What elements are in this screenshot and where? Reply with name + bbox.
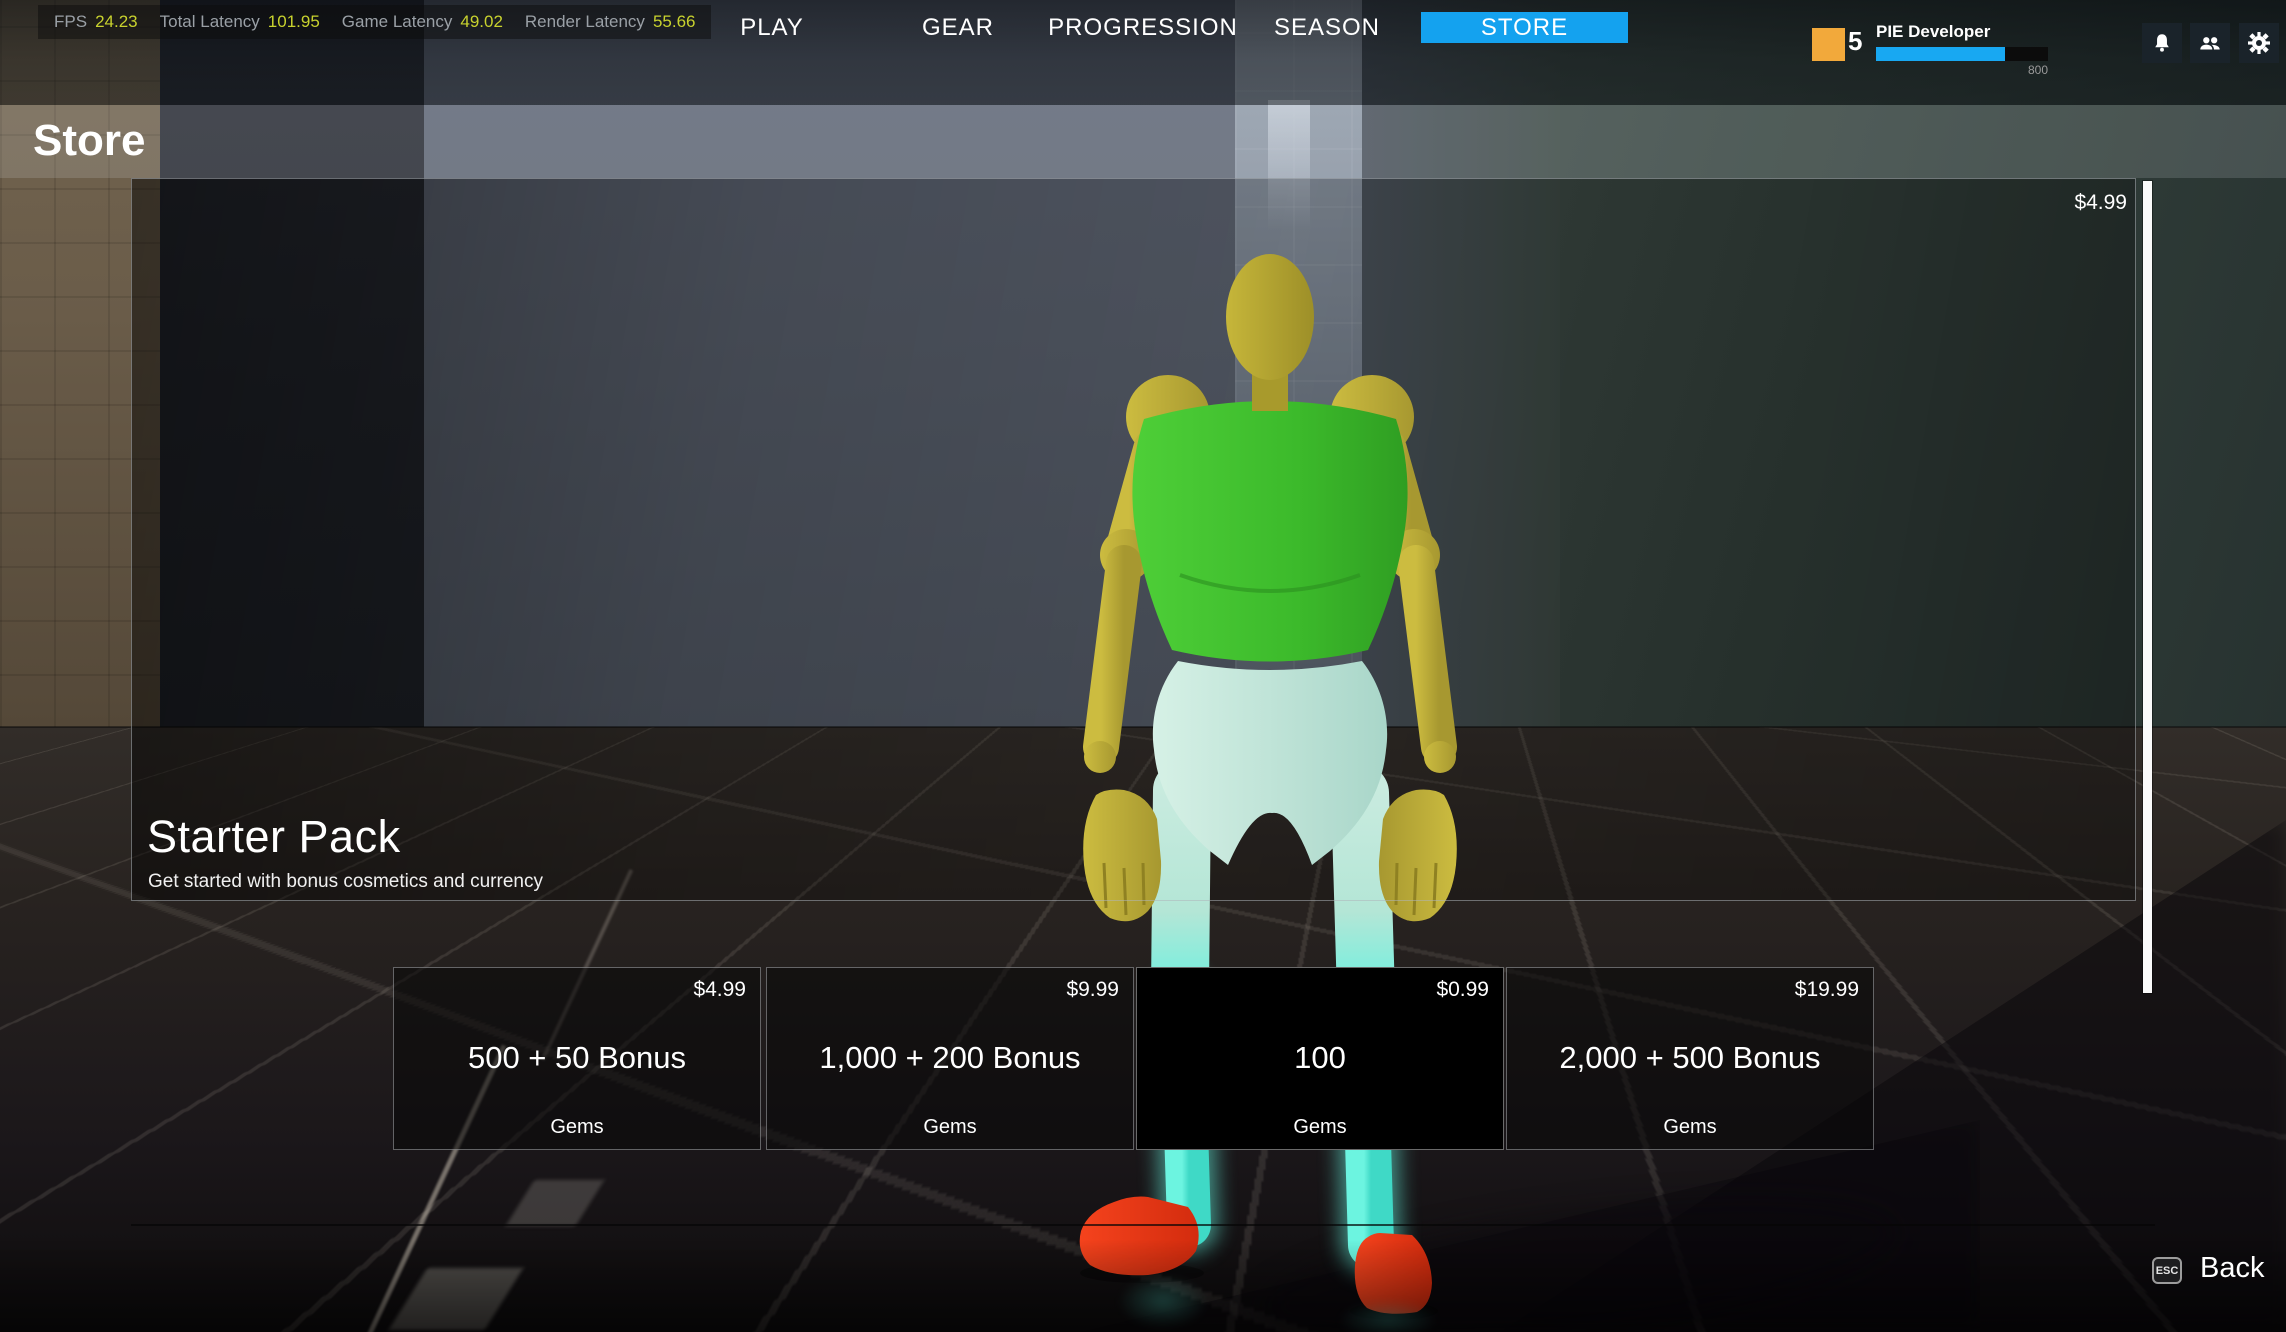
stat-fps: FPS 24.23 (54, 12, 138, 32)
offer-amount: 100 (1137, 1040, 1503, 1076)
offer-unit: Gems (1137, 1116, 1503, 1139)
back-button[interactable]: Back (2200, 1252, 2264, 1285)
stat-total-latency: Total Latency 101.95 (160, 12, 320, 32)
offer-unit: Gems (394, 1116, 760, 1139)
featured-offer-panel[interactable]: $4.99 Starter Pack Get started with bonu… (131, 178, 2136, 901)
offer-amount: 1,000 + 200 Bonus (767, 1040, 1133, 1076)
offer-card-2000-gems[interactable]: $19.99 2,000 + 500 Bonus Gems (1506, 967, 1874, 1150)
settings-gear-icon (2247, 31, 2271, 55)
offer-card-100-gems-selected[interactable]: $0.99 100 Gems (1136, 967, 1504, 1150)
offer-price: $0.99 (1436, 978, 1489, 1002)
offer-price: $19.99 (1795, 978, 1859, 1002)
xp-label: 800 (1876, 63, 2048, 77)
tab-gear[interactable]: GEAR (922, 14, 994, 42)
game-store-screen: $4.99 Starter Pack Get started with bonu… (0, 0, 2286, 1332)
page-title-band (0, 105, 2286, 178)
friends-button[interactable] (2190, 23, 2230, 63)
offer-price: $9.99 (1066, 978, 1119, 1002)
tab-store-active[interactable]: STORE (1421, 12, 1628, 43)
offer-unit: Gems (1507, 1116, 1873, 1139)
tab-season[interactable]: SEASON (1274, 14, 1380, 42)
xp-bar-fill (1876, 47, 2005, 61)
stat-render-latency: Render Latency 55.66 (525, 12, 696, 32)
offer-amount: 500 + 50 Bonus (394, 1040, 760, 1076)
player-level: 5 (1848, 26, 1862, 57)
player-avatar (1812, 28, 1845, 61)
offer-card-1000-gems[interactable]: $9.99 1,000 + 200 Bonus Gems (766, 967, 1134, 1150)
tab-progression[interactable]: PROGRESSION (1048, 14, 1238, 42)
stat-game-latency: Game Latency 49.02 (342, 12, 503, 32)
vertical-scrollbar-thumb[interactable] (2143, 181, 2152, 993)
player-name: PIE Developer (1876, 22, 1990, 42)
featured-subtitle: Get started with bonus cosmetics and cur… (148, 871, 543, 893)
xp-progress-bar (1876, 47, 2048, 61)
bottom-vignette (0, 1240, 2286, 1332)
footer-divider (131, 1224, 2155, 1226)
page-title: Store (33, 116, 145, 166)
settings-button[interactable] (2239, 23, 2279, 63)
performance-stats: FPS 24.23 Total Latency 101.95 Game Late… (38, 5, 711, 39)
offer-card-500-gems[interactable]: $4.99 500 + 50 Bonus Gems (393, 967, 761, 1150)
tab-play[interactable]: PLAY (740, 14, 804, 42)
featured-price: $4.99 (2074, 191, 2127, 215)
offer-amount: 2,000 + 500 Bonus (1507, 1040, 1873, 1076)
offer-price: $4.99 (693, 978, 746, 1002)
esc-key-hint: ESC (2152, 1257, 2182, 1284)
offer-unit: Gems (767, 1116, 1133, 1139)
featured-title: Starter Pack (147, 811, 401, 863)
notifications-button[interactable] (2142, 23, 2182, 63)
friends-icon (2198, 32, 2222, 54)
notifications-bell-icon (2151, 32, 2173, 54)
